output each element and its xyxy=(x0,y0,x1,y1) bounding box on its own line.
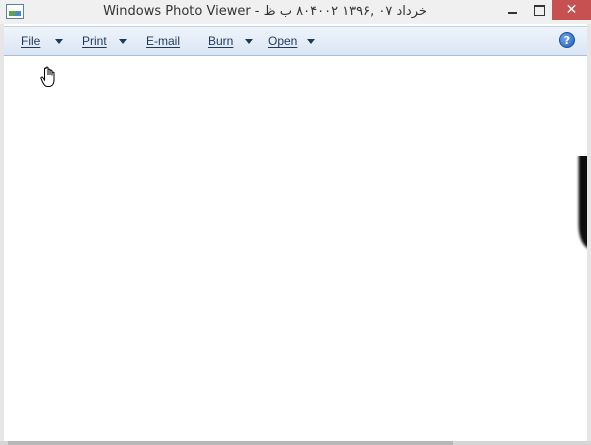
close-button[interactable]: ✕ xyxy=(552,0,591,20)
open-menu-chevron-down-icon[interactable] xyxy=(307,39,315,44)
title-bar[interactable]: Windows Photo Viewer - خرداد ۰۷ ,۱۳۹۶ ۸۰… xyxy=(0,0,591,24)
file-menu[interactable]: File xyxy=(21,34,40,48)
close-icon: ✕ xyxy=(565,2,578,18)
minimize-icon xyxy=(508,12,517,14)
image-viewer[interactable]: صورت حسا xyxy=(4,56,587,442)
file-menu-chevron-down-icon[interactable] xyxy=(55,39,63,44)
window-border-right xyxy=(587,24,591,445)
window-title: Windows Photo Viewer - خرداد ۰۷ ,۱۳۹۶ ۸۰… xyxy=(103,4,427,19)
maximize-icon xyxy=(533,4,545,16)
print-menu[interactable]: Print xyxy=(82,34,107,48)
burn-menu-chevron-down-icon[interactable] xyxy=(245,39,253,44)
email-button[interactable]: E-mail xyxy=(146,34,180,48)
command-bar: File Print E-mail Burn Open ? xyxy=(4,26,587,56)
print-menu-chevron-down-icon[interactable] xyxy=(119,39,127,44)
photo-viewer-icon xyxy=(6,4,24,19)
image-text: صورت حسا xyxy=(566,156,587,288)
horizontal-scrollbar-thumb[interactable] xyxy=(8,441,453,445)
help-icon[interactable]: ? xyxy=(559,32,575,48)
burn-menu[interactable]: Burn xyxy=(208,34,233,48)
maximize-button[interactable] xyxy=(526,0,552,20)
open-menu[interactable]: Open xyxy=(268,34,297,48)
hand-cursor-icon xyxy=(40,66,55,87)
displayed-image: صورت حسا xyxy=(566,156,587,288)
minimize-button[interactable] xyxy=(499,0,526,20)
